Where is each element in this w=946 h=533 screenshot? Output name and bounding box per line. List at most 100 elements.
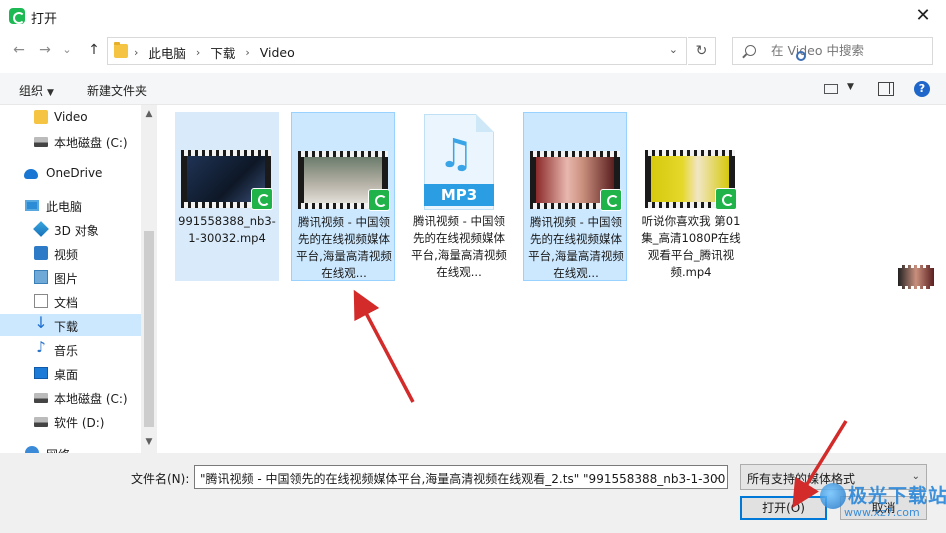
open-button[interactable]: 打开(O)	[740, 496, 827, 520]
sidebar-item-music[interactable]: ♪ 音乐	[0, 338, 141, 360]
sidebar-item-label: OneDrive	[46, 166, 103, 180]
sidebar-item-label: 下载	[54, 320, 79, 334]
sidebar-item-label: 视频	[54, 248, 79, 262]
onedrive-cloud-icon	[24, 169, 38, 179]
mp3-label: MP3	[424, 184, 494, 206]
tencent-video-icon	[600, 189, 622, 211]
pictures-icon	[34, 270, 48, 284]
sidebar-item-pictures[interactable]: 图片	[0, 266, 141, 288]
sidebar-item-downloads[interactable]: ↓ 下载	[0, 314, 141, 336]
breadcrumb-downloads[interactable]: 下载	[210, 43, 235, 62]
drive-icon	[34, 393, 48, 403]
video-thumbnail	[181, 150, 273, 210]
sidebar-item-label: 本地磁盘 (C:)	[54, 392, 128, 406]
sidebar-item-label: 3D 对象	[54, 224, 99, 238]
scroll-down-icon[interactable]: ▼	[141, 437, 157, 447]
help-icon[interactable]: ?	[914, 81, 930, 97]
sidebar-item-video-folder[interactable]: Video	[0, 106, 141, 128]
preview-pane-icon[interactable]	[878, 82, 894, 96]
tencent-video-icon	[368, 189, 390, 211]
sidebar-item-this-pc[interactable]: 此电脑	[0, 194, 141, 216]
video-thumbnail	[530, 151, 622, 211]
file-tile[interactable]: 991558388_nb3-1-30032.mp4	[175, 112, 279, 281]
desktop-icon	[34, 367, 48, 379]
sidebar-item-3d-objects[interactable]: 3D 对象	[0, 218, 141, 240]
sidebar-scrollbar[interactable]: ▲ ▼	[141, 105, 157, 453]
drive-icon	[34, 137, 48, 147]
filename-label: 文件名(N):	[131, 472, 190, 486]
search-input[interactable]	[771, 43, 926, 58]
folder-icon	[34, 110, 48, 124]
filename-field[interactable]: "腾讯视频 - 中国领先的在线视频媒体平台,海量高清视频在线观看_2.ts" "…	[194, 465, 728, 489]
sidebar-item-label: 音乐	[54, 344, 79, 358]
address-bar[interactable]: › 此电脑 › 下载 › Video ⌄	[107, 37, 687, 65]
sidebar-item-label: 桌面	[54, 368, 79, 382]
music-note-icon: ♫	[438, 131, 474, 177]
scroll-up-icon[interactable]: ▲	[141, 109, 157, 119]
downloads-icon: ↓	[34, 313, 48, 332]
chevron-right-icon: ›	[134, 46, 139, 59]
view-mode-icon[interactable]	[824, 84, 838, 94]
filename-value: "腾讯视频 - 中国领先的在线视频媒体平台,海量高清视频在线观看_2.ts" "…	[200, 472, 726, 486]
chevron-right-icon[interactable]: ›	[245, 46, 249, 59]
sidebar-item-local-disk-c-2[interactable]: 本地磁盘 (C:)	[0, 386, 141, 408]
breadcrumb-this-pc[interactable]: 此电脑	[148, 43, 186, 62]
up-button[interactable]: ↑	[84, 40, 104, 60]
forward-button[interactable]: →	[35, 40, 55, 60]
recent-locations-button[interactable]: ⌄	[57, 40, 77, 60]
caret-down-icon: ▼	[47, 88, 54, 98]
file-tile[interactable]: 腾讯视频 - 中国领先的在线视频媒体平台,海量高清视频在线观...	[291, 112, 395, 281]
sidebar-item-videos[interactable]: 视频	[0, 242, 141, 264]
organize-button[interactable]: 组织 ▼	[19, 82, 54, 99]
file-dialog-footer: 文件名(N): "腾讯视频 - 中国领先的在线视频媒体平台,海量高清视频在线观看…	[0, 453, 946, 533]
file-name: 腾讯视频 - 中国领先的在线视频媒体平台,海量高清视频在线观...	[411, 214, 507, 279]
navigation-pane: Video 本地磁盘 (C:) OneDrive 此电脑 3D 对象 视频 图片…	[0, 105, 157, 453]
new-folder-button[interactable]: 新建文件夹	[87, 82, 147, 99]
folder-icon	[114, 42, 128, 58]
sidebar-item-onedrive[interactable]: OneDrive	[0, 162, 141, 184]
search-box[interactable]	[732, 37, 933, 65]
watermark-text: 极光下载站	[848, 485, 946, 507]
tencent-video-icon	[251, 188, 273, 210]
caret-down-icon[interactable]: ▼	[847, 82, 854, 92]
command-bar: 组织 ▼ 新建文件夹 ▼ ?	[0, 73, 946, 105]
sidebar-item-desktop[interactable]: 桌面	[0, 362, 141, 384]
file-name: 听说你喜欢我 第01集_高清1080P在线观看平台_腾讯视频.mp4	[641, 214, 741, 279]
file-name: 腾讯视频 - 中国领先的在线视频媒体平台,海量高清视频在线观...	[528, 215, 624, 280]
cursor-highlight-icon	[796, 51, 806, 61]
sidebar-item-network[interactable]: 网络	[0, 442, 141, 453]
close-button[interactable]: ✕	[900, 0, 946, 32]
drive-icon	[34, 417, 48, 427]
sidebar-item-label: Video	[54, 110, 88, 124]
tencent-video-icon	[9, 8, 25, 24]
chevron-down-icon[interactable]: ⌄	[714, 471, 722, 482]
file-name: 991558388_nb3-1-30032.mp4	[178, 214, 276, 245]
chevron-right-icon[interactable]: ›	[196, 46, 200, 59]
sidebar-item-label: 网络	[46, 446, 70, 453]
address-row: ← → ⌄ ↑ › 此电脑 › 下载 › Video ⌄ ↻	[0, 32, 946, 70]
sidebar-item-local-disk-c[interactable]: 本地磁盘 (C:)	[0, 130, 141, 152]
chevron-down-icon[interactable]: ⌄	[669, 43, 678, 56]
watermark-url: www.xz7.com	[844, 506, 920, 519]
file-tile[interactable]: ♫ MP3 腾讯视频 - 中国领先的在线视频媒体平台,海量高清视频在线观...	[407, 112, 511, 281]
breadcrumb: › 此电脑 › 下载 › Video	[134, 43, 295, 62]
title-bar: 打开 ✕	[0, 0, 946, 32]
sidebar-item-label: 软件 (D:)	[54, 416, 105, 430]
organize-label: 组织	[19, 84, 44, 98]
file-list: 991558388_nb3-1-30032.mp4 腾讯视频 - 中国领先的在线…	[158, 105, 946, 453]
scrollbar-thumb[interactable]	[144, 231, 154, 427]
refresh-button[interactable]: ↻	[688, 37, 716, 65]
sidebar-item-label: 此电脑	[46, 200, 83, 214]
window-title: 打开	[31, 12, 58, 27]
file-tile[interactable]: 听说你喜欢我 第01集_高清1080P在线观看平台_腾讯视频.mp4	[639, 112, 743, 281]
sidebar-item-documents[interactable]: 文档	[0, 290, 141, 312]
music-icon: ♪	[36, 338, 46, 356]
network-icon	[25, 446, 39, 453]
sidebar-item-software-d[interactable]: 软件 (D:)	[0, 410, 141, 432]
page-fold	[476, 114, 494, 132]
file-tile[interactable]: 腾讯视频 - 中国领先的在线视频媒体平台,海量高清视频在线观...	[523, 112, 627, 281]
breadcrumb-video[interactable]: Video	[260, 45, 295, 60]
documents-icon	[34, 294, 48, 308]
drag-preview-thumbnail	[898, 265, 934, 289]
back-button[interactable]: ←	[9, 40, 29, 60]
